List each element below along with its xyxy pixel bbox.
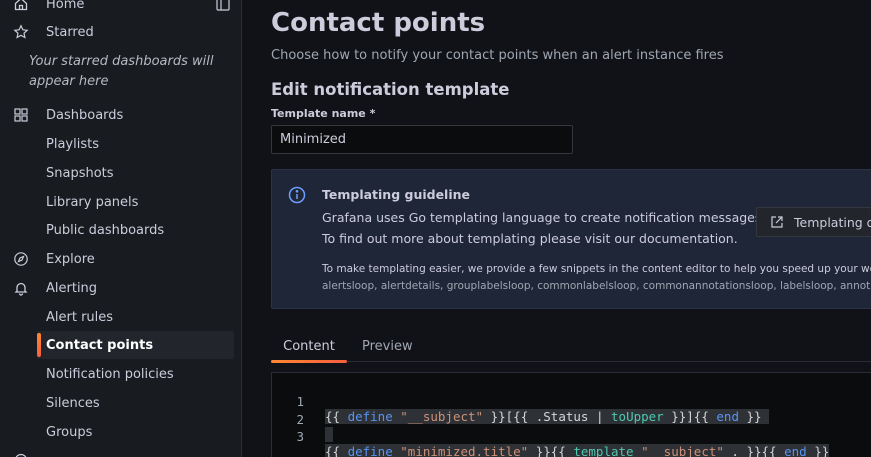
tab-preview-label: Preview: [362, 338, 413, 354]
sidebar-item-notification-policies[interactable]: Notification policies: [0, 360, 242, 388]
sidebar-item-dashboards[interactable]: Dashboards: [0, 101, 242, 129]
page-subtitle: Choose how to notify your contact points…: [271, 48, 724, 63]
tab-preview[interactable]: Preview: [362, 330, 413, 362]
guideline-text: Grafana uses Go templating language to c…: [322, 210, 766, 225]
sidebar-item-playlists[interactable]: Playlists: [0, 130, 242, 158]
page-title: Contact points: [271, 8, 486, 38]
sidebar-item-label: Dashboards: [46, 107, 124, 123]
guideline-title: Templating guideline: [322, 187, 470, 202]
sidebar-item-starred[interactable]: Starred: [0, 18, 242, 46]
templating-guideline-box: Templating guideline Grafana uses Go tem…: [271, 169, 871, 309]
sidebar-item-home[interactable]: Home: [0, 0, 242, 18]
dock-menu-icon[interactable]: [216, 0, 230, 11]
section-title: Edit notification template: [271, 80, 510, 99]
template-name-input[interactable]: [271, 125, 573, 154]
sidebar-item-label: Contact points: [46, 337, 154, 353]
template-name-label: Template name *: [271, 107, 376, 120]
sidebar-item-alert-rules[interactable]: Alert rules: [0, 303, 242, 331]
home-icon: [14, 0, 28, 11]
code-line: 3 {{ define "minimized.title" }}{{ templ…: [272, 413, 871, 457]
guideline-snippets-intro: To make templating easier, we provide a …: [322, 263, 871, 275]
apps-icon: [14, 108, 28, 122]
sidebar-item-silences[interactable]: Silences: [0, 389, 242, 417]
sidebar-item-label: Alert rules: [46, 309, 114, 325]
sidebar-item-label: Silences: [46, 395, 100, 411]
sidebar-item-label: Alerting: [46, 280, 98, 296]
editor-tabs: Content Preview: [271, 330, 871, 363]
compass-icon: [14, 252, 28, 266]
gear-icon: [15, 453, 27, 457]
line-number: 3: [296, 429, 304, 444]
sidebar-item-contact-points[interactable]: Contact points: [37, 331, 234, 359]
sidebar-item-label: Groups: [46, 424, 93, 440]
external-link-icon: [771, 216, 783, 228]
guideline-text: To find out more about templating please…: [322, 231, 738, 246]
sidebar-item-library-panels[interactable]: Library panels: [0, 188, 242, 216]
tab-content-label: Content: [283, 338, 335, 354]
sidebar-item-snapshots[interactable]: Snapshots: [0, 159, 242, 187]
sidebar-item-label: Library panels: [46, 194, 139, 210]
code-text: {{ define "minimized.title" }}{{ templat…: [325, 444, 830, 457]
sidebar-item-label: Public dashboards: [46, 222, 165, 238]
tab-content[interactable]: Content: [271, 330, 347, 363]
code-line: 1 {{ define "__subject" }}[{{ .Status | …: [272, 378, 871, 424]
bell-icon: [14, 282, 28, 296]
main-content: Contact points Choose how to notify your…: [243, 0, 871, 457]
code-editor[interactable]: 1 {{ define "__subject" }}[{{ .Status | …: [271, 372, 871, 457]
guideline-snippets-list: alertsloop, alertdetails, grouplabelsloo…: [322, 280, 871, 292]
sidebar-item-label: Snapshots: [46, 165, 114, 181]
sidebar-item-groups[interactable]: Groups: [0, 418, 242, 446]
info-circle-icon: [288, 186, 306, 204]
star-icon: [13, 24, 29, 39]
sidebar-item-label: Playlists: [46, 136, 99, 152]
sidebar-item-public-dashboards[interactable]: Public dashboards: [0, 216, 242, 244]
sidebar-item-explore[interactable]: Explore: [0, 245, 242, 273]
sidebar-item-label: Home: [46, 0, 85, 12]
templating-docs-label: Templating d: [794, 214, 871, 230]
templating-docs-button[interactable]: Templating d: [756, 207, 871, 237]
sidebar-item-label: Notification policies: [46, 366, 174, 382]
starred-empty-note: Your starred dashboards will appear here: [29, 54, 214, 89]
sidebar-item-next[interactable]: [0, 446, 242, 457]
sidebar-item-label: Explore: [46, 251, 95, 267]
code-line: 2: [272, 396, 871, 442]
active-indicator: [37, 333, 41, 357]
active-tab-underline: [271, 360, 347, 363]
sidebar-item-label: Starred: [46, 24, 94, 40]
sidebar-item-alerting[interactable]: Alerting: [0, 274, 242, 302]
sidebar: Home Starred Your starred dashboards wil…: [0, 0, 242, 457]
